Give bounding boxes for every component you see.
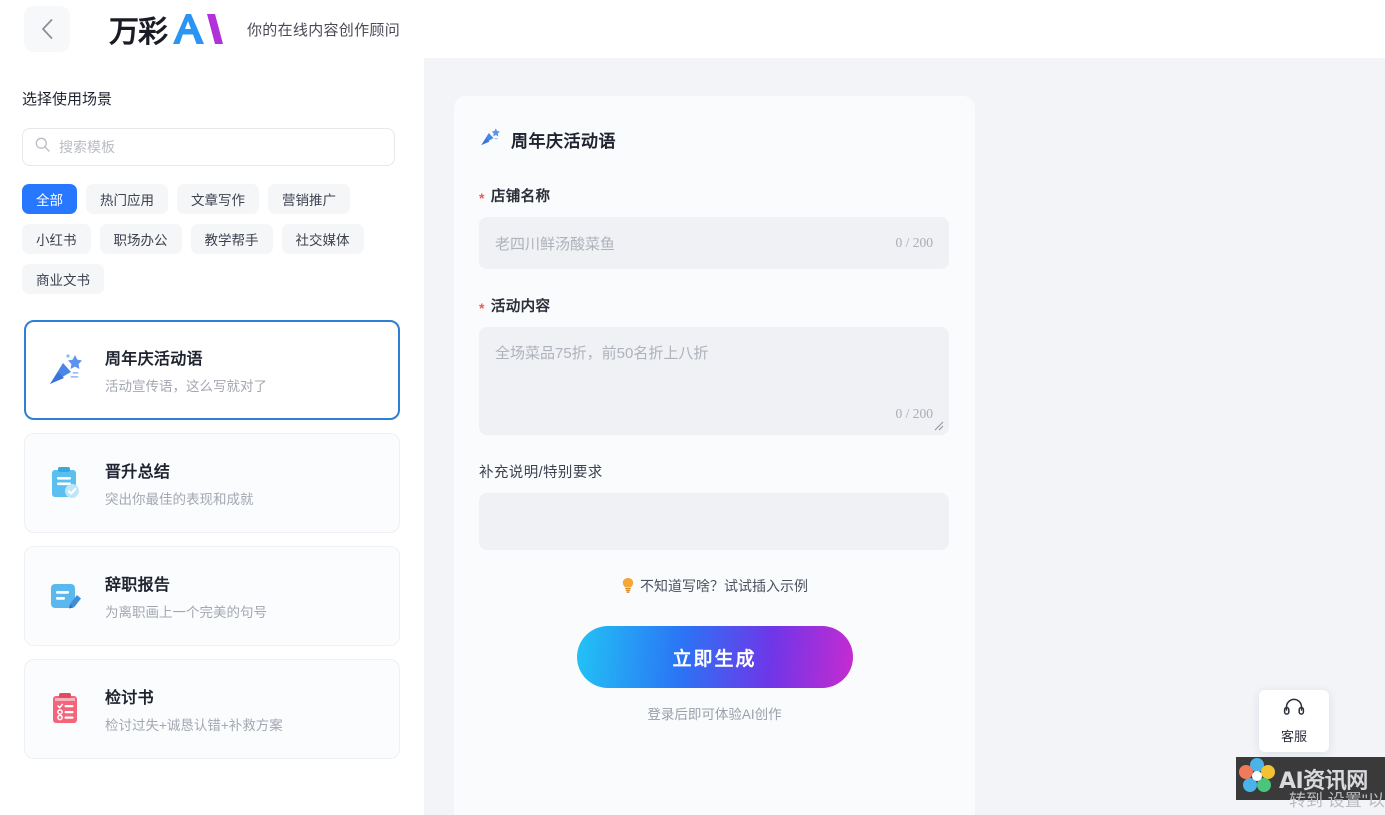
field-label-text: 店铺名称 (490, 189, 551, 205)
category-chip-marketing[interactable]: 营销推广 (268, 184, 350, 214)
template-sidebar: 选择使用场景 全部 热门应用 文章写作 营销推广 小红书 职场办公 教学帮手 社… (0, 58, 424, 815)
category-chip-hot[interactable]: 热门应用 (86, 184, 168, 214)
extra-notes-textarea[interactable] (479, 493, 949, 550)
category-chip-article[interactable]: 文章写作 (177, 184, 259, 214)
category-chip-office[interactable]: 职场办公 (99, 224, 182, 254)
page-title: 周年庆活动语 (511, 132, 616, 151)
party-popper-icon (43, 348, 87, 392)
sidebar-item-anniversary[interactable]: 周年庆活动语 活动宣传语，这么写就对了 (24, 320, 400, 420)
clipboard-check-icon (43, 461, 87, 505)
lightbulb-icon (621, 577, 635, 596)
login-hint: 登录后即可体验AI创作 (647, 707, 782, 722)
field-label: * 店铺名称 (479, 185, 949, 206)
activity-content-placeholder: 全场菜品75折，前50名折上八折 (495, 345, 709, 362)
sidebar-item-resignation[interactable]: 辞职报告 为离职画上一个完美的句号 (24, 546, 400, 646)
headset-icon (1283, 697, 1305, 722)
list-item-desc: 活动宣传语，这么写就对了 (105, 379, 267, 394)
brand-logo[interactable]: 万彩 (109, 6, 223, 52)
category-chip-business[interactable]: 商业文书 (22, 264, 104, 294)
list-item-title: 周年庆活动语 (105, 351, 203, 368)
field-label-text: 补充说明/特别要求 (479, 465, 603, 481)
generation-form-card: 周年庆活动语 * 店铺名称 老四川鲜汤酸菜鱼 0 / 200 * 活动内容 全场… (454, 96, 975, 815)
activity-content-textarea[interactable]: 全场菜品75折，前50名折上八折 0 / 200 (479, 327, 949, 435)
activity-content-counter: 0 / 200 (895, 406, 933, 421)
category-chip-xiaohongshu[interactable]: 小红书 (22, 224, 91, 254)
field-activity-content: * 活动内容 全场菜品75折，前50名折上八折 0 / 200 (479, 295, 949, 435)
insert-example-button[interactable]: 不知道写啥？试试插入示例 (454, 576, 975, 596)
sidebar-item-self-criticism[interactable]: 检讨书 检讨过失+诚恳认错+补救方案 (24, 659, 400, 759)
search-icon (35, 137, 50, 157)
field-label-text: 活动内容 (490, 299, 551, 315)
category-chip-all[interactable]: 全部 (22, 184, 77, 214)
shop-name-counter: 0 / 200 (895, 235, 933, 250)
shop-name-input[interactable]: 老四川鲜汤酸菜鱼 0 / 200 (479, 217, 949, 269)
search-input[interactable] (59, 139, 382, 155)
flower-logo-icon (1238, 757, 1276, 800)
list-item-title: 辞职报告 (105, 577, 171, 594)
search-box[interactable] (22, 128, 395, 166)
brand-tagline: 你的在线内容创作顾问 (247, 21, 401, 39)
chevron-left-icon (40, 18, 54, 40)
party-popper-icon (479, 126, 501, 153)
list-item-text: 辞职报告 为离职画上一个完美的句号 (105, 571, 267, 621)
required-marker: * (479, 189, 485, 206)
shop-name-placeholder: 老四川鲜汤酸菜鱼 (495, 235, 616, 253)
generate-button[interactable]: 立即生成 (576, 626, 853, 688)
list-item-desc: 检讨过失+诚恳认错+补救方案 (105, 718, 283, 733)
back-button[interactable] (24, 6, 70, 52)
field-label: * 活动内容 (479, 295, 949, 316)
watermark-sub-text: 转到 设置"以 (1289, 791, 1385, 810)
required-marker: * (479, 299, 485, 316)
category-chip-social[interactable]: 社交媒体 (281, 224, 364, 254)
customer-service-button[interactable]: 客服 (1259, 690, 1329, 752)
field-label: 补充说明/特别要求 (479, 461, 949, 482)
checklist-red-icon (43, 687, 87, 731)
list-item-text: 晋升总结 突出你最佳的表现和成就 (105, 458, 254, 508)
resize-handle-icon[interactable] (934, 421, 944, 431)
form-header: 周年庆活动语 (479, 126, 975, 153)
main-content: 周年庆活动语 * 店铺名称 老四川鲜汤酸菜鱼 0 / 200 * 活动内容 全场… (424, 58, 1385, 815)
list-item-desc: 突出你最佳的表现和成就 (105, 492, 254, 507)
list-item-text: 周年庆活动语 活动宣传语，这么写就对了 (105, 345, 267, 395)
category-chip-teaching[interactable]: 教学帮手 (190, 224, 273, 254)
category-chip-group: 全部 热门应用 文章写作 营销推广 小红书 职场办公 教学帮手 社交媒体 商业文… (22, 184, 400, 294)
insert-example-label: 不知道写啥？试试插入示例 (640, 578, 808, 594)
brand-logo-ai-mark (171, 12, 223, 46)
list-item-title: 晋升总结 (105, 464, 171, 481)
customer-service-label: 客服 (1280, 729, 1307, 744)
list-item-text: 检讨书 检讨过失+诚恳认错+补救方案 (105, 684, 283, 734)
app-root: 万彩 你的在线内容创作顾问 选择使用场景 搜索模板 全部 热门应用 文章写作 营… (0, 0, 1385, 815)
sidebar-item-promotion-summary[interactable]: 晋升总结 突出你最佳的表现和成就 (24, 433, 400, 533)
list-item-title: 检讨书 (105, 690, 154, 707)
list-item-desc: 为离职画上一个完美的句号 (105, 605, 267, 620)
app-header: 万彩 你的在线内容创作顾问 (0, 0, 1385, 58)
field-extra-notes: 补充说明/特别要求 (479, 461, 949, 550)
field-shop-name: * 店铺名称 老四川鲜汤酸菜鱼 0 / 200 (479, 185, 949, 269)
template-list[interactable]: 清晰新政策、推动新目标 周年庆活动语 活动宣 (0, 313, 424, 815)
sidebar-title: 选择使用场景 (22, 91, 113, 108)
document-pen-icon (43, 574, 87, 618)
brand-logo-text: 万彩 (109, 15, 168, 50)
